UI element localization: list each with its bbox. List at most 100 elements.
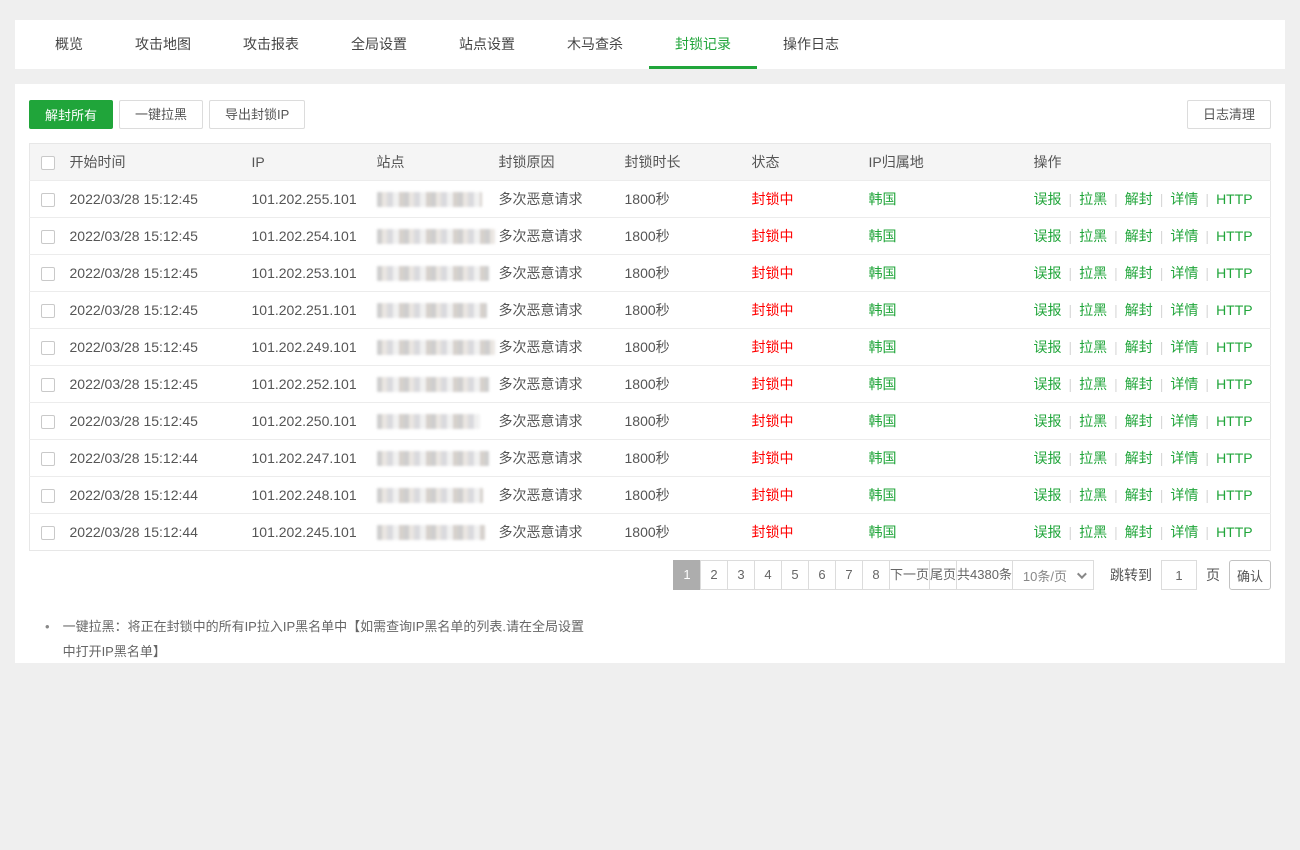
action-http-link[interactable]: HTTP (1216, 376, 1253, 392)
nav-tab[interactable]: 站点设置 (433, 20, 541, 69)
action-unban-link[interactable]: 解封 (1125, 339, 1153, 355)
action-detail-link[interactable]: 详情 (1170, 487, 1198, 503)
action-unban-link[interactable]: 解封 (1125, 524, 1153, 540)
cell-start-time: 2022/03/28 15:12:45 (70, 255, 252, 292)
action-blacklist-link[interactable]: 拉黑 (1079, 376, 1107, 392)
action-misreport-link[interactable]: 误报 (1034, 191, 1062, 207)
row-checkbox[interactable] (41, 415, 55, 429)
page-cell[interactable]: 3 (727, 560, 755, 590)
cell-ip-region: 韩国 (869, 403, 1034, 440)
row-checkbox[interactable] (41, 489, 55, 503)
cell-site (377, 403, 499, 440)
action-blacklist-link[interactable]: 拉黑 (1079, 487, 1107, 503)
row-checkbox[interactable] (41, 304, 55, 318)
action-http-link[interactable]: HTTP (1216, 265, 1253, 281)
action-http-link[interactable]: HTTP (1216, 413, 1253, 429)
action-separator: | (1114, 450, 1118, 466)
action-detail-link[interactable]: 详情 (1170, 450, 1198, 466)
action-http-link[interactable]: HTTP (1216, 487, 1253, 503)
page-cell[interactable]: 7 (835, 560, 863, 590)
action-misreport-link[interactable]: 误报 (1034, 265, 1062, 281)
row-checkbox[interactable] (41, 193, 55, 207)
action-blacklist-link[interactable]: 拉黑 (1079, 191, 1107, 207)
page-cell[interactable]: 2 (700, 560, 728, 590)
cell-ip: 101.202.253.101 (252, 255, 377, 292)
page-cell[interactable]: 6 (808, 560, 836, 590)
page-cell[interactable]: 5 (781, 560, 809, 590)
page-cell[interactable]: 共4380条 (956, 560, 1013, 590)
nav-tab[interactable]: 封锁记录 (649, 20, 757, 69)
action-unban-link[interactable]: 解封 (1125, 376, 1153, 392)
cell-start-time: 2022/03/28 15:12:45 (70, 403, 252, 440)
action-unban-link[interactable]: 解封 (1125, 228, 1153, 244)
jump-confirm-button[interactable]: 确认 (1229, 560, 1271, 590)
action-blacklist-link[interactable]: 拉黑 (1079, 265, 1107, 281)
action-misreport-link[interactable]: 误报 (1034, 339, 1062, 355)
action-misreport-link[interactable]: 误报 (1034, 524, 1062, 540)
page-cell[interactable]: 4 (754, 560, 782, 590)
row-checkbox[interactable] (41, 378, 55, 392)
action-blacklist-link[interactable]: 拉黑 (1079, 339, 1107, 355)
action-unban-link[interactable]: 解封 (1125, 413, 1153, 429)
action-blacklist-link[interactable]: 拉黑 (1079, 228, 1107, 244)
action-unban-link[interactable]: 解封 (1125, 265, 1153, 281)
log-clean-button[interactable]: 日志清理 (1187, 100, 1271, 129)
jump-to-page: 跳转到 页 确认 (1110, 560, 1271, 590)
action-detail-link[interactable]: 详情 (1170, 524, 1198, 540)
row-checkbox[interactable] (41, 230, 55, 244)
action-detail-link[interactable]: 详情 (1170, 228, 1198, 244)
action-http-link[interactable]: HTTP (1216, 191, 1253, 207)
row-checkbox[interactable] (41, 267, 55, 281)
action-unban-link[interactable]: 解封 (1125, 450, 1153, 466)
action-unban-link[interactable]: 解封 (1125, 302, 1153, 318)
action-unban-link[interactable]: 解封 (1125, 487, 1153, 503)
row-checkbox[interactable] (41, 341, 55, 355)
action-http-link[interactable]: HTTP (1216, 524, 1253, 540)
row-checkbox[interactable] (41, 526, 55, 540)
page-cell[interactable]: 尾页 (929, 560, 957, 590)
action-detail-link[interactable]: 详情 (1170, 191, 1198, 207)
page-cell[interactable]: 下一页 (889, 560, 930, 590)
action-blacklist-link[interactable]: 拉黑 (1079, 524, 1107, 540)
select-all-checkbox[interactable] (41, 156, 55, 170)
row-checkbox[interactable] (41, 452, 55, 466)
block-records-table: 开始时间 IP 站点 封锁原因 封锁时长 状态 IP归属地 操作 2022/03… (29, 143, 1271, 551)
action-http-link[interactable]: HTTP (1216, 228, 1253, 244)
page-cell[interactable]: 8 (862, 560, 890, 590)
action-unban-link[interactable]: 解封 (1125, 191, 1153, 207)
nav-tab[interactable]: 全局设置 (325, 20, 433, 69)
action-detail-link[interactable]: 详情 (1170, 339, 1198, 355)
nav-tab[interactable]: 攻击地图 (109, 20, 217, 69)
action-blacklist-link[interactable]: 拉黑 (1079, 413, 1107, 429)
action-http-link[interactable]: HTTP (1216, 302, 1253, 318)
action-misreport-link[interactable]: 误报 (1034, 487, 1062, 503)
unban-all-button[interactable]: 解封所有 (29, 100, 113, 129)
nav-tab[interactable]: 操作日志 (757, 20, 865, 69)
nav-tab[interactable]: 木马查杀 (541, 20, 649, 69)
page-cell[interactable]: 1 (673, 560, 701, 590)
page-size-select[interactable]: 10条/页 (1012, 560, 1094, 590)
action-blacklist-link[interactable]: 拉黑 (1079, 302, 1107, 318)
action-misreport-link[interactable]: 误报 (1034, 228, 1062, 244)
jump-page-input[interactable] (1161, 560, 1197, 590)
action-misreport-link[interactable]: 误报 (1034, 413, 1062, 429)
action-misreport-link[interactable]: 误报 (1034, 376, 1062, 392)
nav-tab[interactable]: 攻击报表 (217, 20, 325, 69)
nav-tab[interactable]: 概览 (29, 20, 109, 69)
action-http-link[interactable]: HTTP (1216, 339, 1253, 355)
action-detail-link[interactable]: 详情 (1170, 302, 1198, 318)
action-separator: | (1205, 265, 1209, 281)
action-blacklist-link[interactable]: 拉黑 (1079, 450, 1107, 466)
export-blocked-ip-button[interactable]: 导出封锁IP (209, 100, 305, 129)
blacklist-all-button[interactable]: 一键拉黑 (119, 100, 203, 129)
page-cells-group: 1 2 3 4 5 6 7 8 下一页 尾页 共4380条 (674, 560, 1013, 590)
action-detail-link[interactable]: 详情 (1170, 413, 1198, 429)
action-detail-link[interactable]: 详情 (1170, 376, 1198, 392)
action-http-link[interactable]: HTTP (1216, 450, 1253, 466)
action-misreport-link[interactable]: 误报 (1034, 450, 1062, 466)
action-separator: | (1069, 524, 1073, 540)
row-actions: 误报|拉黑|解封|详情|HTTP (1034, 255, 1271, 292)
action-misreport-link[interactable]: 误报 (1034, 302, 1062, 318)
cell-status: 封锁中 (752, 218, 869, 255)
action-detail-link[interactable]: 详情 (1170, 265, 1198, 281)
